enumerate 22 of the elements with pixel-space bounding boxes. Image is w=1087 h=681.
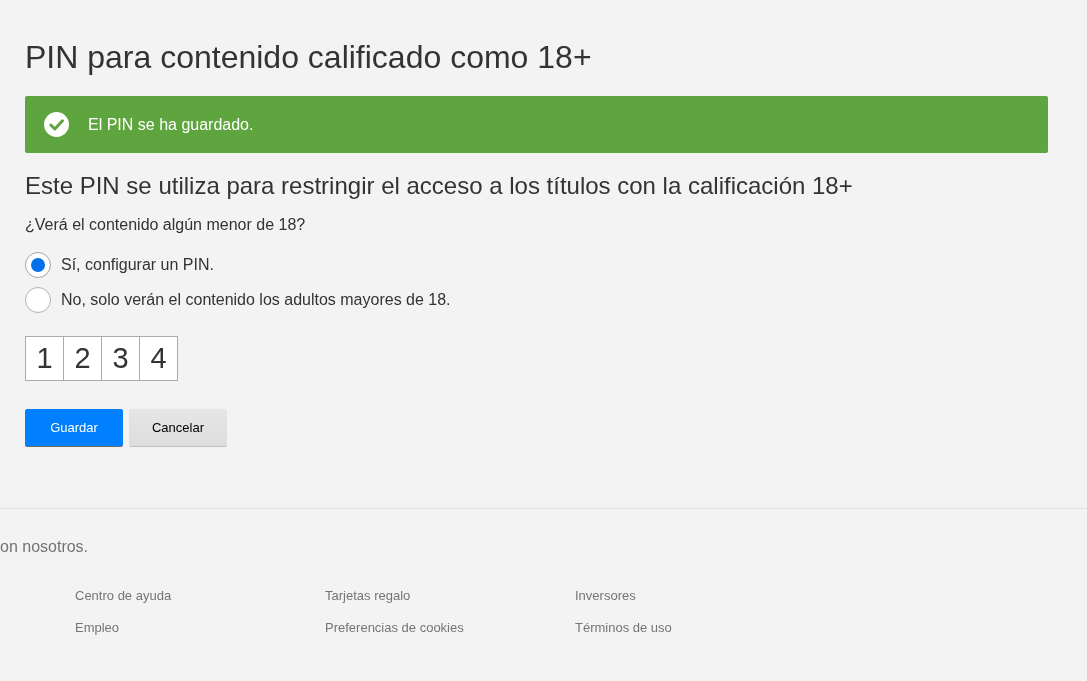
footer-link[interactable]: Términos de uso [575, 620, 672, 635]
banner-message: El PIN se ha guardado. [88, 114, 254, 135]
question-text: ¿Verá el contenido algún menor de 18? [25, 215, 307, 235]
save-button[interactable]: Guardar [25, 409, 123, 446]
radio-label[interactable]: No, solo verán el contenido los adultos mayores de 18. [61, 290, 451, 310]
contact-text: on nosotros. [0, 537, 90, 557]
section-heading: Este PIN se utiliza para restringir el acceso a los títulos con la calificación 18+ [25, 172, 854, 200]
footer-link[interactable]: Centro de ayuda [75, 588, 172, 603]
footer-link[interactable]: Preferencias de cookies [325, 620, 464, 635]
pin-digit-field[interactable]: 3 [101, 336, 140, 381]
radio-button[interactable] [25, 287, 51, 313]
check-circle-icon [44, 112, 69, 137]
cancel-button[interactable]: Cancelar [129, 409, 227, 446]
radio-label[interactable]: Sí, configurar un PIN. [61, 255, 214, 275]
footer-link[interactable]: Empleo [75, 620, 120, 635]
radio-button[interactable] [25, 252, 51, 278]
page-title: PIN para contenido calificado como 18+ [25, 38, 593, 76]
footer-link[interactable]: Inversores [575, 588, 636, 603]
pin-digit-field[interactable]: 4 [139, 336, 178, 381]
pin-digit-field[interactable]: 2 [63, 336, 102, 381]
pin-digit-field[interactable]: 1 [25, 336, 64, 381]
footer-link[interactable]: Tarjetas regalo [325, 588, 411, 603]
